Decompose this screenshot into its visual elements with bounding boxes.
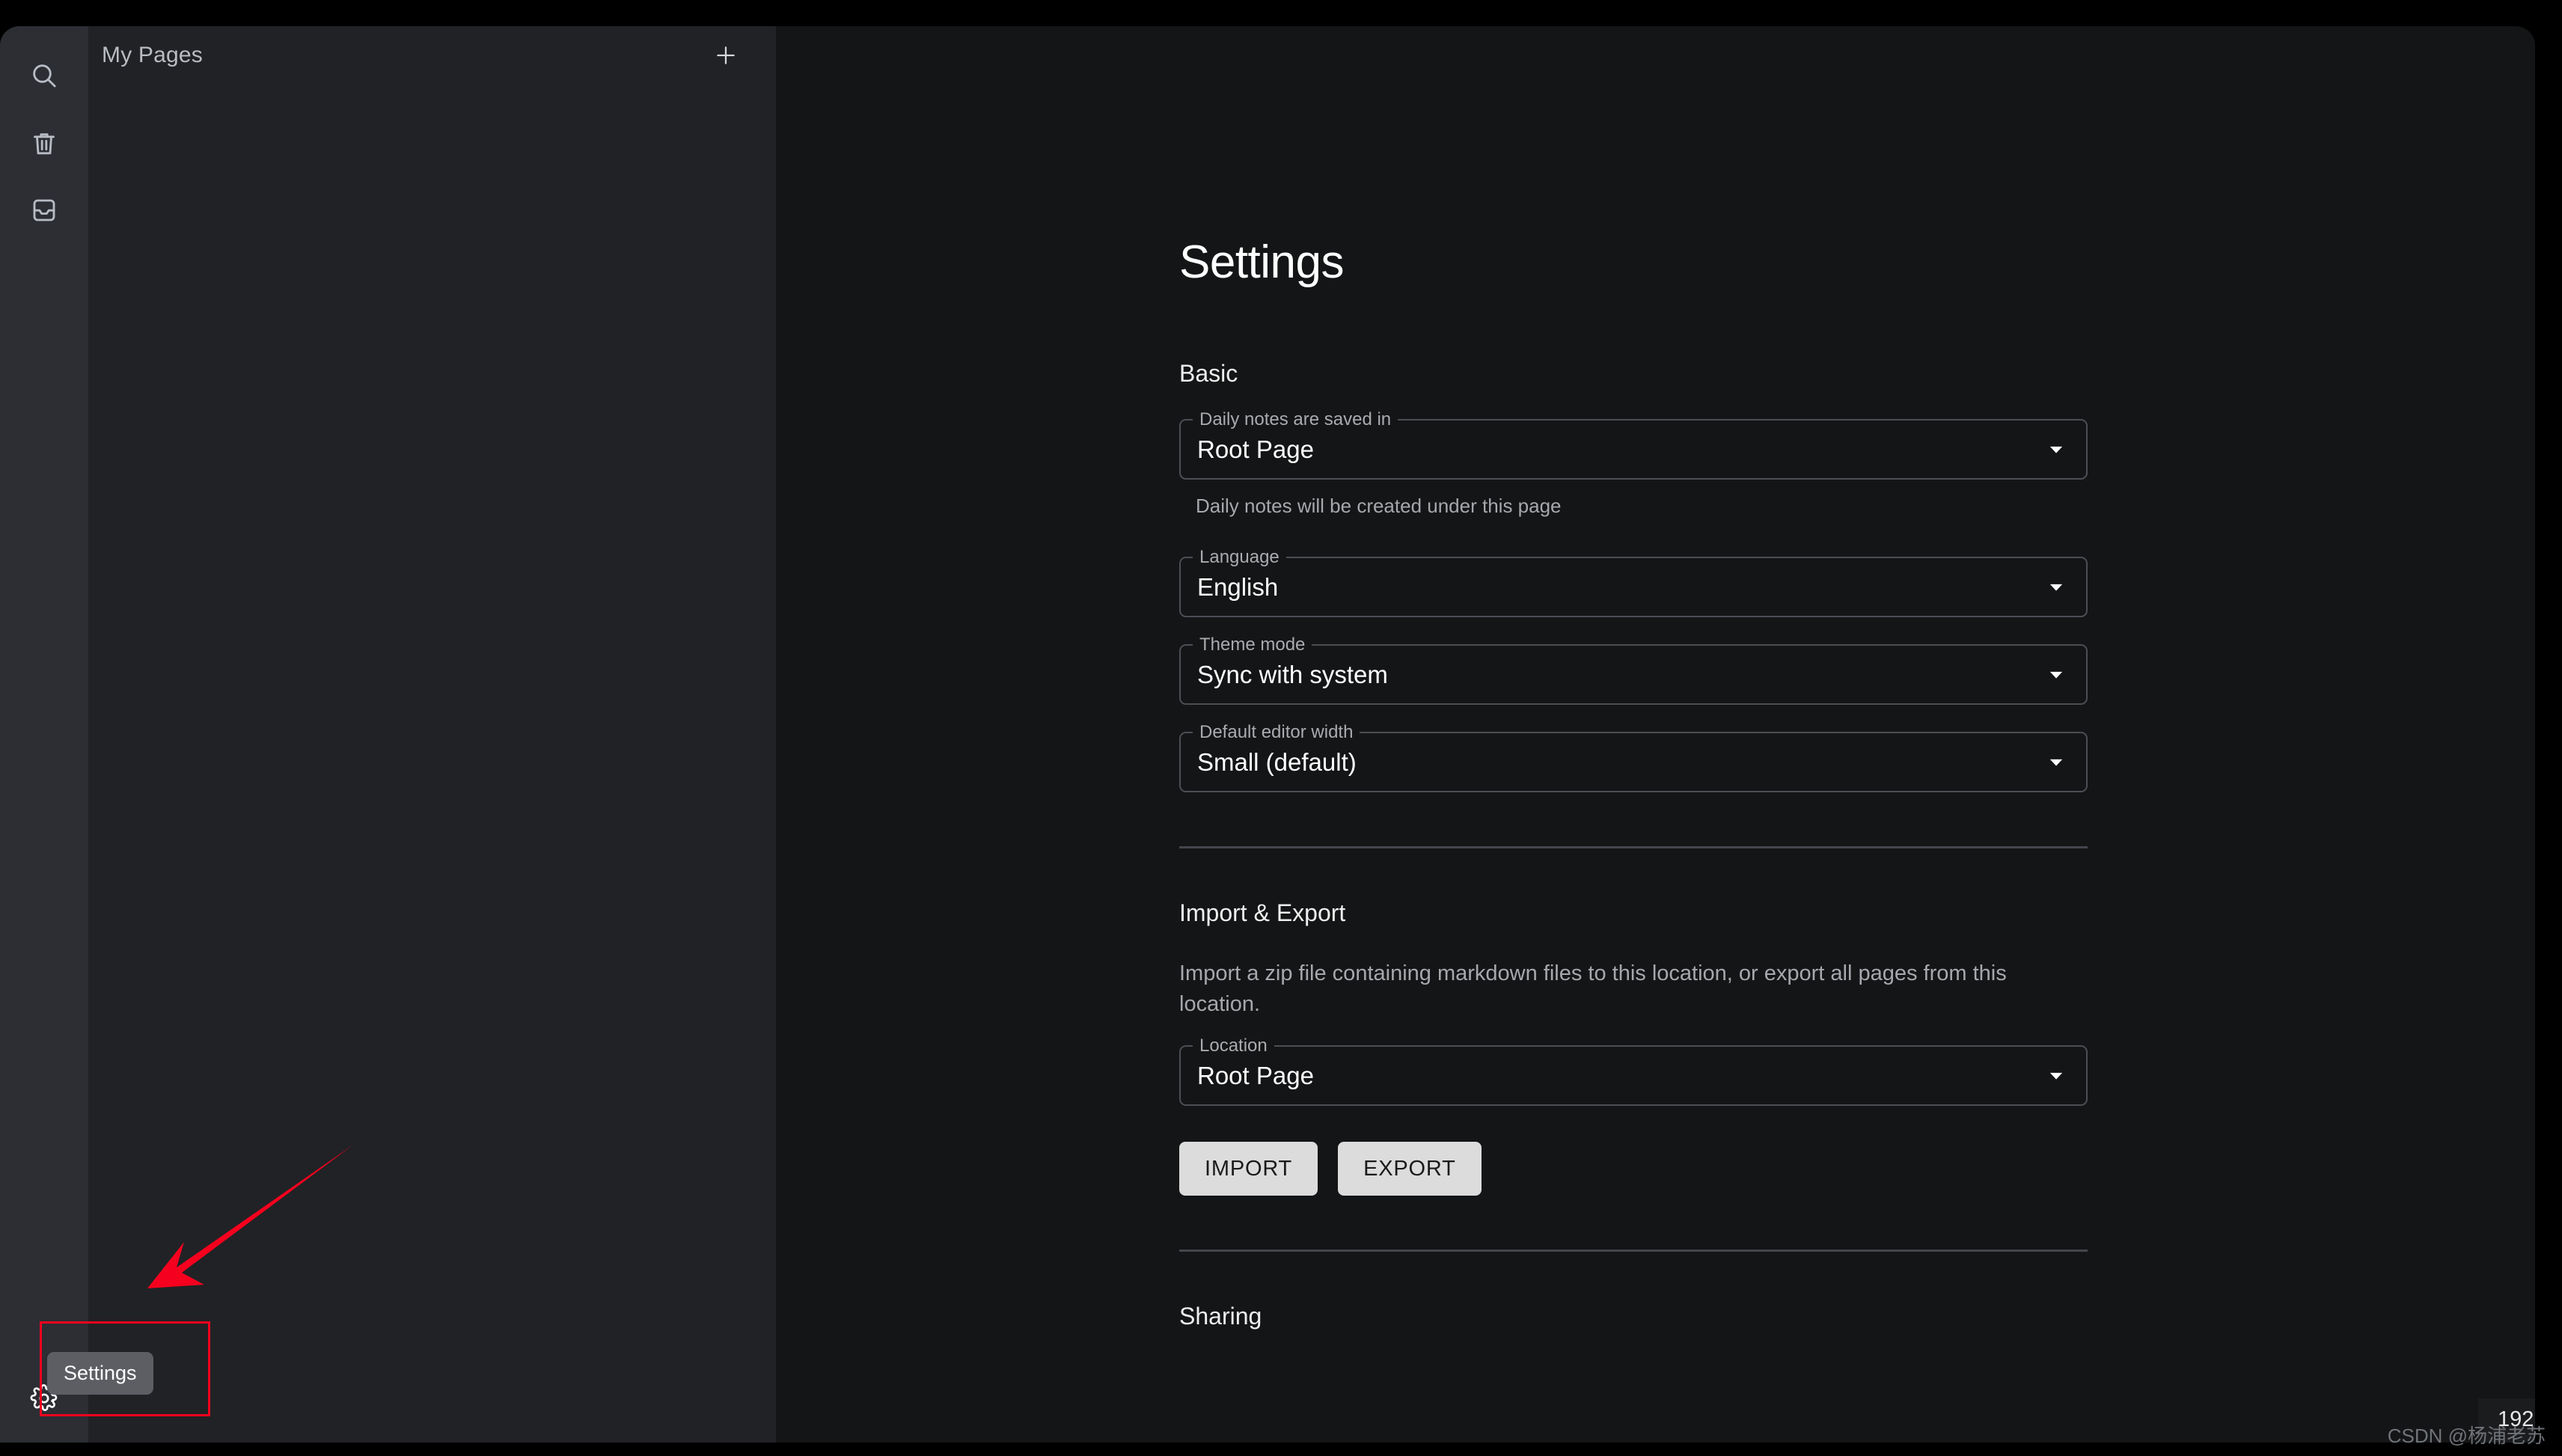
location-select[interactable]: Location Root Page [1179, 1045, 2088, 1106]
chevron-down-icon [2046, 752, 2067, 773]
main-content: Settings Basic Daily notes are saved in … [776, 26, 2535, 1443]
daily-notes-select-value: Root Page [1197, 437, 1314, 462]
daily-notes-select[interactable]: Daily notes are saved in Root Page [1179, 419, 2088, 480]
language-select[interactable]: Language English [1179, 557, 2088, 617]
location-select-label: Location [1193, 1037, 1274, 1055]
section-divider [1179, 1249, 2088, 1252]
pages-header: My Pages [88, 26, 776, 85]
editor-width-select-label: Default editor width [1193, 724, 1360, 741]
import-button[interactable]: IMPORT [1179, 1142, 1318, 1196]
pages-title: My Pages [102, 43, 203, 68]
pages-panel: My Pages [88, 26, 776, 1443]
theme-mode-select[interactable]: Theme mode Sync with system [1179, 644, 2088, 705]
theme-mode-select-value: Sync with system [1197, 662, 1388, 687]
import-export-button-row: IMPORT EXPORT [1179, 1142, 2088, 1196]
section-divider [1179, 846, 2088, 848]
inbox-icon[interactable] [22, 189, 66, 232]
watermark: CSDN @杨浦老苏 [2388, 1421, 2546, 1449]
section-title-basic: Basic [1179, 360, 2088, 388]
language-select-value: English [1197, 575, 1278, 599]
icon-rail: Settings [0, 26, 88, 1443]
daily-notes-select-label: Daily notes are saved in [1193, 411, 1398, 429]
trash-icon[interactable] [22, 122, 66, 165]
field-theme-mode: Theme mode Sync with system [1179, 644, 2088, 705]
chevron-down-icon [2046, 664, 2067, 685]
app-window: Settings My Pages Settings Basic [0, 26, 2535, 1443]
section-title-import-export: Import & Export [1179, 899, 2088, 927]
add-page-button[interactable] [709, 38, 743, 73]
field-language: Language English [1179, 557, 2088, 617]
import-export-description: Import a zip file containing markdown fi… [1179, 958, 2025, 1020]
chevron-down-icon [2046, 1065, 2067, 1086]
field-default-editor-width: Default editor width Small (default) [1179, 732, 2088, 792]
field-daily-notes-location: Daily notes are saved in Root Page Daily… [1179, 419, 2088, 518]
settings-scroll-area[interactable]: Settings Basic Daily notes are saved in … [776, 26, 2535, 1443]
theme-mode-select-label: Theme mode [1193, 636, 1312, 654]
search-icon[interactable] [22, 54, 66, 97]
editor-width-select[interactable]: Default editor width Small (default) [1179, 732, 2088, 792]
chevron-down-icon [2046, 439, 2067, 460]
language-select-label: Language [1193, 548, 1286, 566]
export-button[interactable]: EXPORT [1338, 1142, 1482, 1196]
daily-notes-helper-text: Daily notes will be created under this p… [1196, 495, 2088, 518]
editor-width-select-value: Small (default) [1197, 750, 1357, 774]
section-title-sharing: Sharing [1179, 1303, 2088, 1330]
chevron-down-icon [2046, 577, 2067, 598]
location-select-value: Root Page [1197, 1063, 1314, 1088]
page-title: Settings [1179, 236, 2088, 289]
field-location: Location Root Page [1179, 1045, 2088, 1106]
settings-tooltip: Settings [47, 1352, 153, 1395]
